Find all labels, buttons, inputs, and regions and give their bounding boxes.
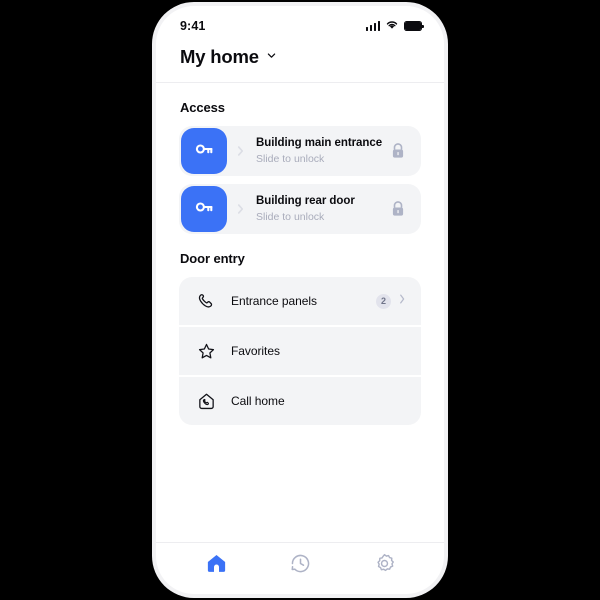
list-item-label: Call home bbox=[231, 394, 285, 408]
access-card-hint: Slide to unlock bbox=[256, 210, 325, 223]
access-card-text: Building main entrance Slide to unlock bbox=[246, 136, 390, 166]
list-item-label: Entrance panels bbox=[231, 294, 317, 308]
key-icon bbox=[192, 137, 216, 166]
access-card-main-entrance[interactable]: Building main entrance Slide to unlock bbox=[179, 126, 421, 176]
door-entry-list: Entrance panels 2 Favorites Call home bbox=[179, 277, 421, 425]
key-slider-handle[interactable] bbox=[181, 186, 227, 232]
chevron-right-icon bbox=[398, 292, 406, 310]
home-selector[interactable]: My home bbox=[180, 46, 422, 68]
list-item-favorites[interactable]: Favorites bbox=[179, 327, 421, 375]
chevron-right-icon bbox=[235, 144, 246, 158]
access-card-title: Building main entrance bbox=[256, 137, 383, 150]
history-clock-icon bbox=[289, 552, 312, 580]
status-bar-icons bbox=[365, 17, 424, 35]
list-item-accessory: 2 bbox=[376, 292, 406, 310]
home-icon bbox=[205, 552, 228, 580]
phone-screen: 9:41 My home Access Building main entran… bbox=[156, 6, 444, 594]
tab-history[interactable] bbox=[258, 543, 342, 588]
tab-home[interactable] bbox=[174, 543, 258, 588]
page-title: My home bbox=[180, 46, 259, 67]
screenshot-canvas: 9:41 My home Access Building main entran… bbox=[0, 0, 600, 600]
wifi-icon bbox=[385, 17, 399, 35]
phone-frame: 9:41 My home Access Building main entran… bbox=[152, 2, 448, 598]
access-card-text: Building rear door Slide to unlock bbox=[246, 194, 390, 224]
gear-icon bbox=[373, 552, 396, 580]
app-content: Access Building main entrance Slide to u… bbox=[156, 83, 444, 542]
door-entry-section-title: Door entry bbox=[180, 251, 245, 266]
lock-closed-icon bbox=[390, 142, 421, 160]
signal-bars-icon bbox=[365, 21, 380, 31]
battery-icon bbox=[404, 21, 424, 31]
app-header: My home bbox=[156, 40, 444, 83]
chevron-right-icon bbox=[235, 202, 246, 216]
bottom-tab-bar bbox=[156, 542, 444, 594]
list-item-entrance-panels[interactable]: Entrance panels 2 bbox=[179, 277, 421, 325]
access-card-title: Building rear door bbox=[256, 195, 355, 208]
status-bar-time: 9:41 bbox=[180, 19, 206, 33]
list-item-call-home[interactable]: Call home bbox=[179, 377, 421, 425]
access-card-hint: Slide to unlock bbox=[256, 152, 325, 165]
key-icon bbox=[192, 195, 216, 224]
star-outline-icon bbox=[195, 342, 217, 361]
key-slider-handle[interactable] bbox=[181, 128, 227, 174]
access-card-rear-door[interactable]: Building rear door Slide to unlock bbox=[179, 184, 421, 234]
home-call-icon bbox=[195, 392, 217, 411]
chevron-down-icon[interactable] bbox=[266, 48, 277, 66]
tab-settings[interactable] bbox=[342, 543, 426, 588]
status-bar: 9:41 bbox=[156, 6, 444, 40]
access-section-title: Access bbox=[180, 100, 225, 115]
list-item-label: Favorites bbox=[231, 344, 280, 358]
lock-closed-icon bbox=[390, 200, 421, 218]
phone-handset-icon bbox=[195, 292, 217, 311]
status-badge: 2 bbox=[376, 293, 391, 309]
